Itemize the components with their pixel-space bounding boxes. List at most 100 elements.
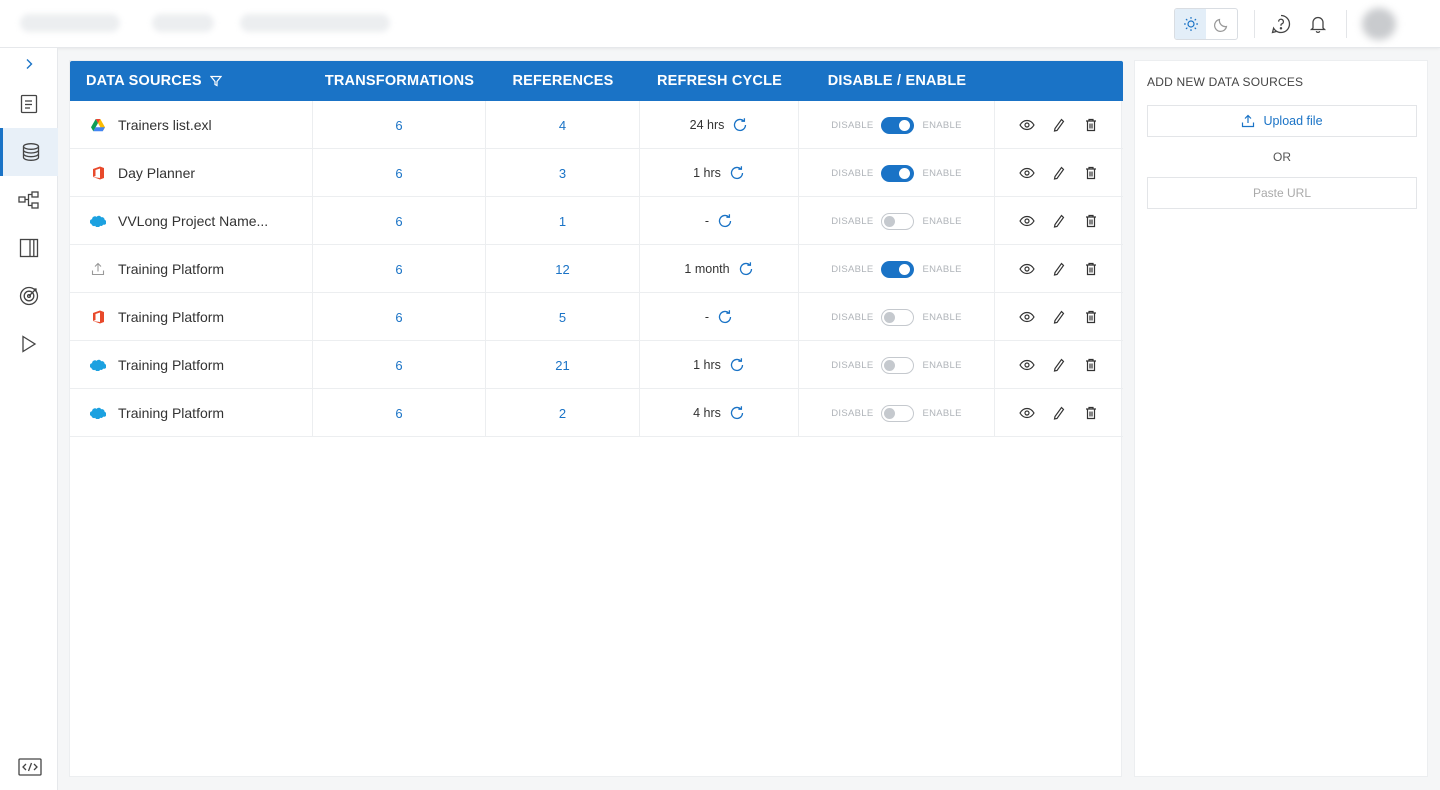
refresh-cycle-value: - [704, 310, 710, 324]
enable-label: ENABLE [922, 311, 962, 323]
dark-mode-button[interactable] [1206, 9, 1237, 39]
references-link[interactable]: 3 [559, 166, 566, 181]
transformations-link[interactable]: 6 [395, 262, 402, 277]
actions-cell [995, 341, 1123, 389]
delete-icon[interactable] [1083, 117, 1099, 133]
transformations-cell: 6 [313, 245, 486, 293]
view-icon[interactable] [1019, 309, 1035, 325]
delete-icon[interactable] [1083, 405, 1099, 421]
sidebar-item-columns[interactable] [0, 224, 58, 272]
refresh-icon[interactable] [717, 309, 733, 325]
transformations-link[interactable]: 6 [395, 166, 402, 181]
enable-switch[interactable] [881, 404, 915, 422]
data-sources-panel: DATA SOURCES TRANSFORMATIONS REFERENCES … [69, 60, 1123, 777]
enable-switch[interactable] [881, 260, 915, 278]
salesforce-icon [90, 405, 106, 421]
transformations-link[interactable]: 6 [395, 214, 402, 229]
view-icon[interactable] [1019, 405, 1035, 421]
edit-icon[interactable] [1051, 261, 1067, 277]
disable-label: DISABLE [831, 119, 874, 131]
expand-sidebar-button[interactable] [19, 54, 39, 74]
add-data-sources-panel: ADD NEW DATA SOURCES Upload file OR [1134, 60, 1428, 777]
refresh-icon[interactable] [717, 213, 733, 229]
developer-button[interactable] [17, 756, 43, 778]
light-mode-button[interactable] [1175, 9, 1206, 39]
switch-knob [884, 359, 896, 371]
transformations-link[interactable]: 6 [395, 118, 402, 133]
transformations-link[interactable]: 6 [395, 406, 402, 421]
source-name-cell[interactable]: Day Planner [70, 149, 313, 197]
edit-icon[interactable] [1051, 309, 1067, 325]
delete-icon[interactable] [1083, 309, 1099, 325]
refresh-icon[interactable] [738, 261, 754, 277]
enable-toggle-group: DISABLE ENABLE [831, 164, 962, 182]
refresh-icon[interactable] [729, 405, 745, 421]
toggle-cell: DISABLE ENABLE [799, 101, 995, 149]
references-link[interactable]: 12 [555, 262, 569, 277]
sidebar-item-data-sources[interactable] [0, 128, 58, 176]
notifications-button[interactable] [1306, 12, 1330, 36]
source-name-cell[interactable]: Training Platform [70, 389, 313, 437]
refresh-cycle-value: 24 hrs [689, 118, 725, 132]
transformations-link[interactable]: 6 [395, 358, 402, 373]
source-name-cell[interactable]: VVLong Project Name... [70, 197, 313, 245]
references-link[interactable]: 5 [559, 310, 566, 325]
enable-switch[interactable] [881, 308, 915, 326]
blurred-nav-item[interactable] [152, 14, 214, 32]
help-button[interactable] [1269, 12, 1293, 36]
avatar[interactable] [1362, 8, 1396, 40]
references-cell: 12 [486, 245, 640, 293]
transformations-cell: 6 [313, 389, 486, 437]
sidebar-item-run[interactable] [0, 320, 58, 368]
actions-cell [995, 197, 1123, 245]
edit-icon[interactable] [1051, 357, 1067, 373]
delete-icon[interactable] [1083, 357, 1099, 373]
enable-switch[interactable] [881, 116, 915, 134]
view-icon[interactable] [1019, 117, 1035, 133]
references-cell: 2 [486, 389, 640, 437]
upload-file-button[interactable]: Upload file [1147, 105, 1417, 137]
sidebar-item-goals[interactable] [0, 272, 58, 320]
enable-switch[interactable] [881, 164, 915, 182]
source-name: Training Platform [118, 357, 225, 373]
source-name-cell[interactable]: Training Platform [70, 293, 313, 341]
view-icon[interactable] [1019, 357, 1035, 373]
sun-icon [1183, 17, 1198, 31]
transformations-cell: 6 [313, 149, 486, 197]
edit-icon[interactable] [1051, 117, 1067, 133]
refresh-icon[interactable] [732, 117, 748, 133]
sidebar-item-workflows[interactable] [0, 176, 58, 224]
enable-switch[interactable] [881, 356, 915, 374]
edit-icon[interactable] [1051, 405, 1067, 421]
disable-label: DISABLE [831, 359, 874, 371]
edit-icon[interactable] [1051, 213, 1067, 229]
view-icon[interactable] [1019, 261, 1035, 277]
refresh-cycle-cell: - [640, 293, 799, 341]
sidebar-item-documents[interactable] [0, 80, 58, 128]
filter-icon[interactable] [209, 75, 222, 87]
delete-icon[interactable] [1083, 165, 1099, 181]
transformations-link[interactable]: 6 [395, 310, 402, 325]
edit-icon[interactable] [1051, 165, 1067, 181]
source-name-cell[interactable]: Training Platform [70, 245, 313, 293]
references-link[interactable]: 1 [559, 214, 566, 229]
enable-switch[interactable] [881, 212, 915, 230]
column-header-data-sources[interactable]: DATA SOURCES [70, 61, 313, 101]
refresh-cycle-cell: - [640, 197, 799, 245]
source-name-cell[interactable]: Training Platform [70, 341, 313, 389]
delete-icon[interactable] [1083, 213, 1099, 229]
references-link[interactable]: 4 [559, 118, 566, 133]
refresh-icon[interactable] [729, 165, 745, 181]
blurred-breadcrumb[interactable] [240, 14, 390, 32]
refresh-icon[interactable] [729, 357, 745, 373]
references-link[interactable]: 21 [555, 358, 569, 373]
source-name-cell[interactable]: Trainers list.exl [70, 101, 313, 149]
transformations-cell: 6 [313, 293, 486, 341]
view-icon[interactable] [1019, 165, 1035, 181]
delete-icon[interactable] [1083, 261, 1099, 277]
moon-icon [1213, 18, 1227, 32]
references-link[interactable]: 2 [559, 406, 566, 421]
paste-url-input[interactable] [1147, 177, 1417, 209]
actions-cell [995, 101, 1123, 149]
view-icon[interactable] [1019, 213, 1035, 229]
